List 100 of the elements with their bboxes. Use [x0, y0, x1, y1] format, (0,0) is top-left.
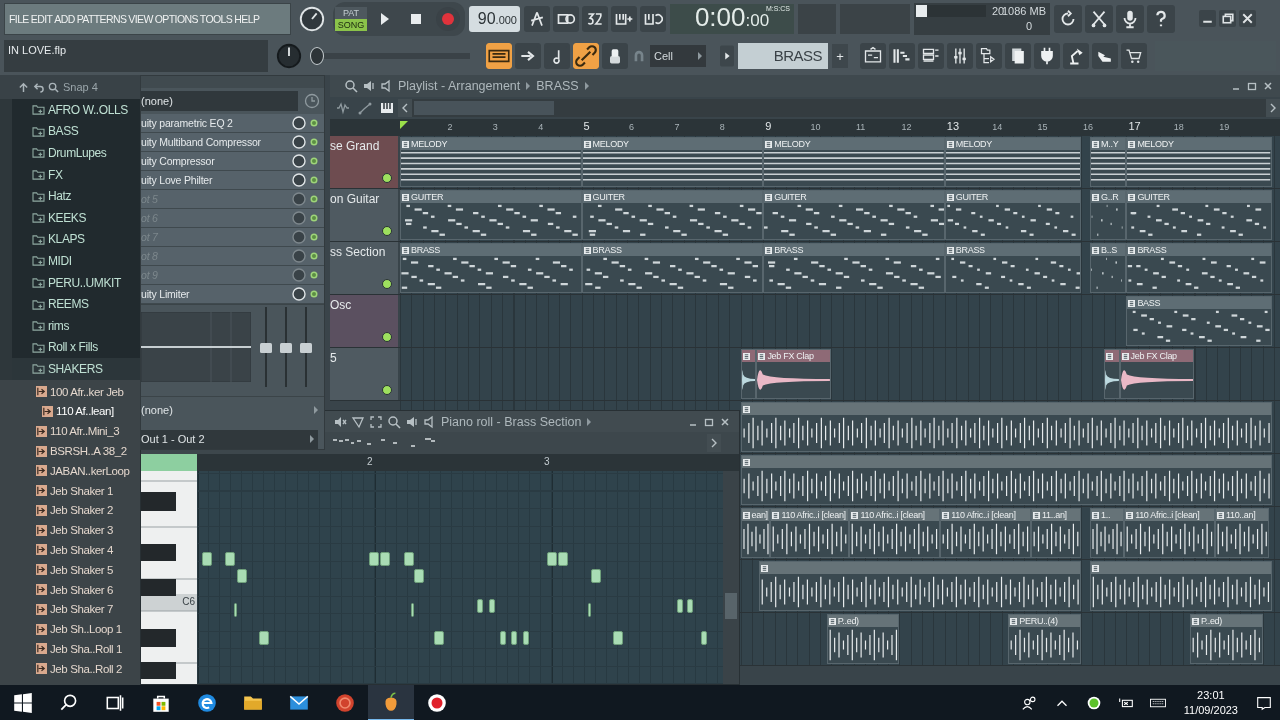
channel-rack-icon[interactable] [918, 43, 944, 69]
playlist-icon[interactable] [860, 43, 886, 69]
slot-enable-dot-icon[interactable] [310, 213, 318, 222]
menu-item[interactable]: OPTIONS [153, 12, 199, 25]
speaker-icon[interactable] [405, 414, 419, 429]
slot-enable-dot-icon[interactable] [310, 194, 318, 203]
folder-entry[interactable]: FX [12, 163, 140, 186]
sample-entry[interactable]: Jeb Shaker 5 [0, 559, 140, 580]
maximize-icon[interactable] [1246, 80, 1258, 92]
pat-toggle[interactable]: PAT [335, 6, 367, 19]
sample-entry[interactable]: Jeb Shaker 4 [0, 540, 140, 560]
note-block[interactable] [380, 552, 390, 566]
snap-dropdown[interactable]: Cell [650, 45, 706, 67]
select-tool-icon[interactable] [369, 414, 383, 429]
curve-icon[interactable] [358, 101, 372, 115]
sample-entry[interactable]: Jeb Sha..Roll 1 [0, 639, 140, 659]
sample-entry[interactable]: JABAN..kerLoop [0, 460, 140, 481]
restore-icon[interactable] [1219, 10, 1236, 27]
slice-tool-icon[interactable] [351, 414, 365, 429]
audio-clip[interactable] [1103, 349, 1120, 399]
slot-enable-dot-icon[interactable] [310, 270, 318, 279]
folder-entry[interactable]: AFRO W..OLLS [12, 99, 140, 121]
note-block[interactable] [234, 603, 237, 617]
sample-entry[interactable]: 110 Afr..Mini_3 [0, 421, 140, 442]
audio-clip[interactable]: ean] [740, 508, 771, 558]
plug-icon[interactable] [1034, 43, 1060, 69]
minimize-icon[interactable] [1199, 10, 1216, 27]
slot-enable-dot-icon[interactable] [310, 232, 318, 241]
volume-knob-icon[interactable] [298, 4, 326, 33]
pattern-clip[interactable]: MELODY [1126, 137, 1272, 187]
step-edit-icon[interactable] [611, 5, 637, 32]
scroll-left-icon[interactable] [398, 99, 412, 117]
note-block[interactable] [588, 603, 591, 617]
pattern-clip[interactable]: BRASS [400, 243, 582, 293]
note-block[interactable] [489, 599, 495, 613]
audio-clip[interactable] [1090, 561, 1272, 611]
menu-item[interactable]: TOOLS [198, 12, 234, 25]
note-block[interactable] [547, 552, 557, 566]
slot-enable-dot-icon[interactable] [310, 137, 318, 146]
pattern-clip[interactable]: GUITER [400, 190, 582, 240]
track-header[interactable]: on Guitar [330, 189, 398, 241]
send-dropdown[interactable]: (none) [141, 395, 324, 424]
note-block[interactable] [591, 569, 601, 583]
audio-clip[interactable]: Jeb FX Clap [1119, 349, 1195, 399]
audio-clip[interactable]: 11..an] [1031, 508, 1081, 558]
slot-enable-dot-icon[interactable] [310, 156, 318, 165]
menu-item[interactable]: EDIT [29, 12, 54, 25]
track-enable-dot[interactable] [382, 332, 392, 342]
slot-enable-dot-icon[interactable] [310, 118, 318, 127]
add-pattern-button[interactable]: + [832, 44, 848, 68]
input-dropdown[interactable]: (none) [141, 90, 298, 111]
fader-icon[interactable] [299, 307, 313, 388]
track-header[interactable]: 5 [330, 348, 398, 400]
note-block[interactable] [677, 599, 683, 613]
menu-item[interactable]: VIEW [127, 12, 154, 25]
note-block[interactable] [511, 631, 517, 645]
desk-lamp-icon[interactable] [1063, 43, 1089, 69]
menu-item[interactable]: PATTERNS [75, 12, 128, 25]
slider-thumb[interactable] [310, 47, 324, 65]
arrow-up-icon[interactable] [18, 81, 29, 93]
audio-clip[interactable]: 110..an] [1214, 508, 1270, 558]
tempo-field[interactable]: 90.000 [469, 5, 520, 32]
note-icon[interactable] [544, 43, 570, 69]
sample-entry[interactable]: Jeb Sh..Loop 1 [0, 619, 140, 640]
audio-clip[interactable]: 110 Afric..i [clean] [1124, 508, 1215, 558]
pattern-clip[interactable]: GUITER [944, 190, 1081, 240]
note-block[interactable] [202, 552, 212, 566]
sample-entry[interactable]: Jeb Shaker 7 [0, 599, 140, 620]
note-block[interactable] [613, 631, 623, 645]
folder-entry[interactable]: Roll x Fills [12, 336, 140, 359]
folder-entry[interactable]: MIDI [12, 250, 140, 272]
playhead-marker-icon[interactable] [400, 121, 408, 129]
sample-entry[interactable]: BSRSH..A 38_2 [0, 441, 140, 461]
browser-icon[interactable] [976, 43, 1002, 69]
pattern-clip[interactable]: GUITER [581, 190, 764, 240]
note-block[interactable] [225, 552, 235, 566]
note-block[interactable] [434, 631, 444, 645]
folder-entry[interactable]: SHAKERS [12, 358, 140, 380]
audio-clip[interactable]: Jeb FX Clap [756, 349, 832, 399]
microphone-icon[interactable] [1116, 4, 1144, 33]
help-icon[interactable] [1147, 4, 1175, 33]
note-block[interactable] [500, 631, 506, 645]
scissors-icon[interactable] [1085, 4, 1113, 33]
typing-keyboard-icon[interactable] [486, 43, 512, 69]
pattern-clip[interactable]: G..R [1090, 190, 1127, 240]
sample-entry[interactable]: Jeb Shaker 1 [0, 480, 140, 501]
audio-clip[interactable]: 110 Afric..i [clean] [940, 508, 1032, 558]
menu-item[interactable]: ADD [53, 12, 76, 25]
slot-enable-dot-icon[interactable] [310, 175, 318, 184]
folder-entry[interactable]: PERU..UMKIT [12, 271, 140, 294]
countdown-icon[interactable] [582, 5, 608, 32]
folder-entry[interactable]: Hatz [12, 185, 140, 207]
track-header[interactable]: se Grand [330, 136, 398, 188]
horizontal-scrollbar[interactable] [412, 99, 1266, 117]
audio-clip[interactable] [740, 349, 757, 399]
pattern-name[interactable]: BRASS [536, 79, 579, 93]
sample-entry[interactable]: Jeb Shaker 2 [0, 500, 140, 521]
note-block[interactable] [558, 552, 568, 566]
close-icon[interactable] [719, 415, 731, 428]
track-enable-dot[interactable] [382, 279, 392, 289]
